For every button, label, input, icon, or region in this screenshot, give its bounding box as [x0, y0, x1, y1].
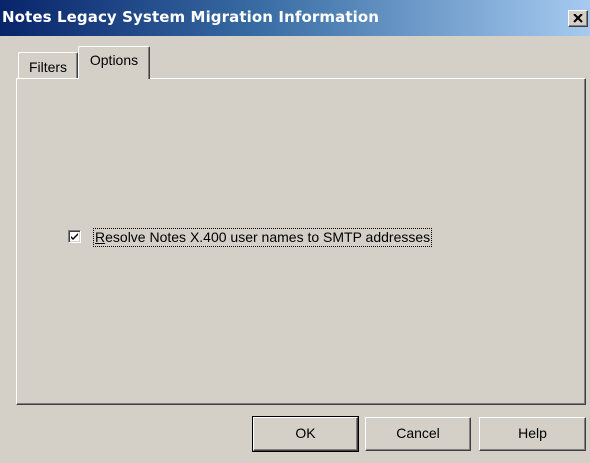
checkmark-icon: [71, 233, 78, 240]
title-bar: Notes Legacy System Migration Informatio…: [0, 0, 590, 36]
resolve-x400-checkbox[interactable]: [68, 230, 81, 243]
close-button[interactable]: [568, 10, 588, 27]
tab-filters-label: Filters: [28, 59, 68, 75]
tab-options[interactable]: Options: [78, 46, 150, 79]
label-text: esolve Notes X.400 user names to SMTP ad…: [105, 229, 431, 245]
resolve-x400-label[interactable]: Resolve Notes X.400 user names to SMTP a…: [93, 228, 433, 247]
mnemonic-letter: R: [95, 229, 106, 245]
cancel-button[interactable]: Cancel: [365, 417, 471, 451]
tab-filters[interactable]: Filters: [18, 52, 78, 79]
ok-button[interactable]: OK: [252, 416, 359, 452]
close-icon: [573, 14, 583, 23]
migration-info-dialog: Notes Legacy System Migration Informatio…: [0, 0, 590, 463]
window-title: Notes Legacy System Migration Informatio…: [2, 8, 380, 26]
help-button[interactable]: Help: [479, 417, 586, 451]
tab-options-label: Options: [89, 52, 139, 68]
